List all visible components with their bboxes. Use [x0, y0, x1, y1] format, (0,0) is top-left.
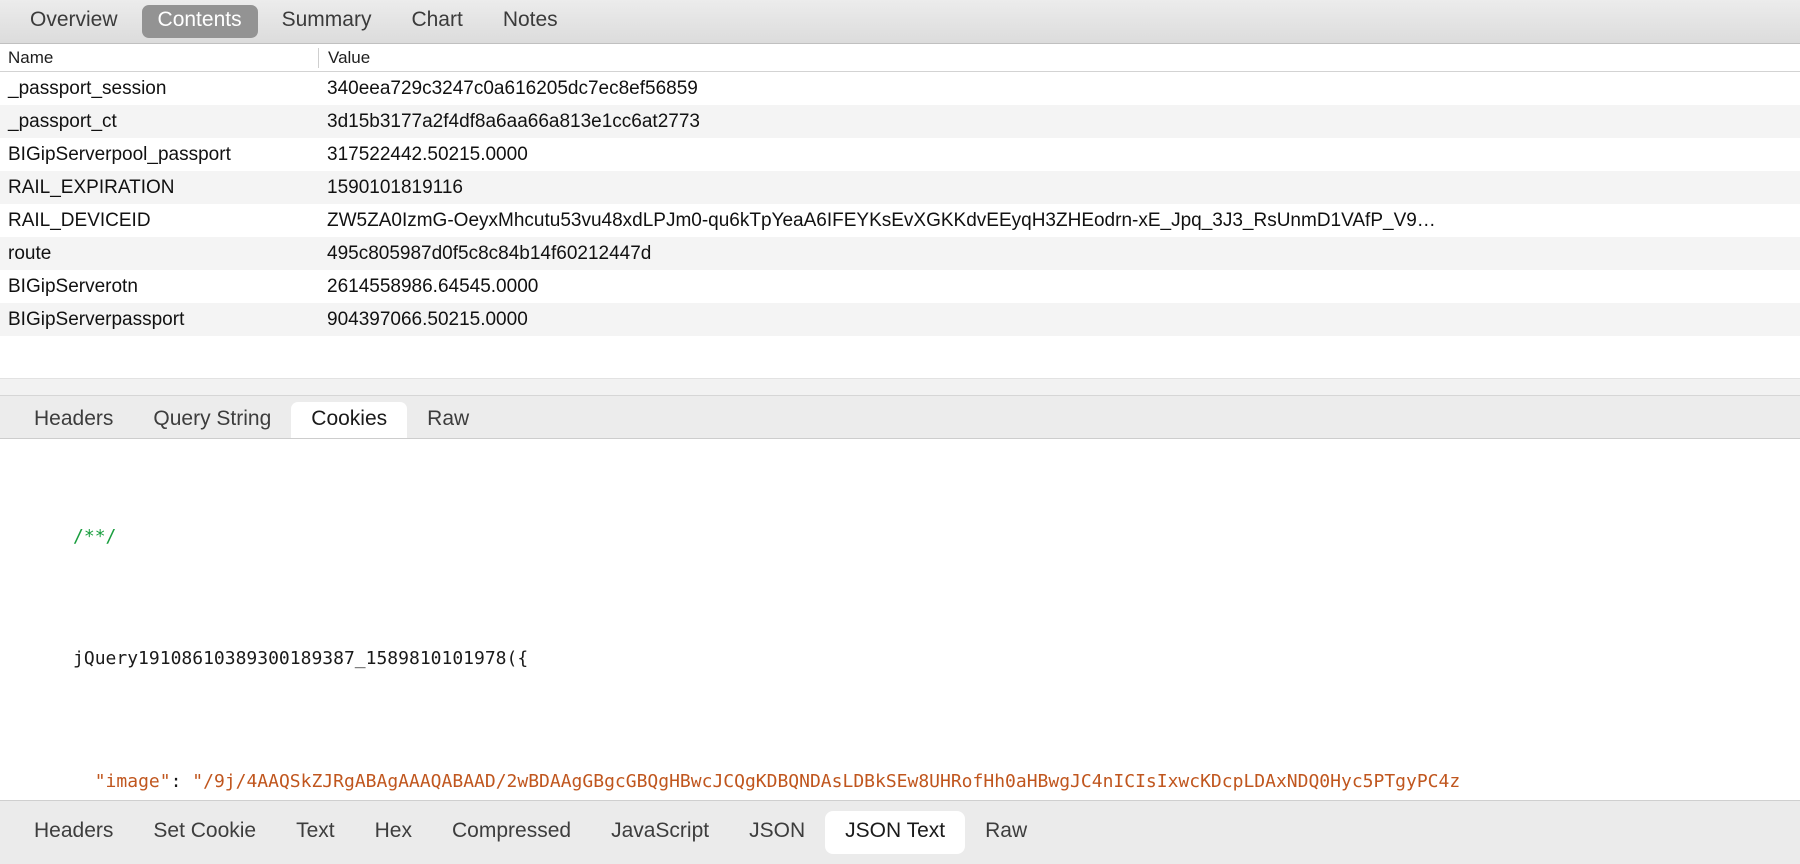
table-row[interactable]: BIGipServerpassport 904397066.50215.0000 — [0, 303, 1800, 336]
response-view-tab-bar: Headers Set Cookie Text Hex Compressed J… — [0, 800, 1800, 864]
tab-contents[interactable]: Contents — [142, 5, 258, 37]
cell-value: 3d15b3177a2f4df8a6aa66a813e1cc6at2773 — [318, 111, 1800, 133]
tab-json-text[interactable]: JSON Text — [825, 811, 965, 853]
cell-value: 1590101819116 — [318, 177, 1800, 199]
comment-token: /**/ — [73, 526, 116, 547]
cell-value: 904397066.50215.0000 — [318, 309, 1800, 331]
cell-value: 317522442.50215.0000 — [318, 144, 1800, 166]
table-row[interactable]: route 495c805987d0f5c8c84b14f60212447d — [0, 237, 1800, 270]
code-line-image: "image": "/9j/4AAQSkZJRgABAgAAAQABAAD/2w… — [8, 745, 1800, 800]
cell-name: BIGipServerpool_passport — [0, 144, 318, 166]
tab-raw-response[interactable]: Raw — [965, 811, 1047, 853]
table-row[interactable]: RAIL_DEVICEID ZW5ZA0IzmG-OeyxMhcutu53vu4… — [0, 204, 1800, 237]
cell-value: ZW5ZA0IzmG-OeyxMhcutu53vu48xdLPJm0-qu6kT… — [318, 210, 1800, 232]
indent — [73, 771, 95, 792]
tab-compressed[interactable]: Compressed — [432, 811, 591, 853]
cell-name: RAIL_EXPIRATION — [0, 177, 318, 199]
tab-notes[interactable]: Notes — [487, 5, 574, 37]
json-key-image: "image" — [95, 771, 171, 792]
tab-set-cookie[interactable]: Set Cookie — [133, 811, 276, 853]
cookie-table-header: Name Value — [0, 44, 1800, 72]
cell-value: 495c805987d0f5c8c84b14f60212447d — [318, 243, 1800, 265]
cell-value: 340eea729c3247c0a616205dc7ec8ef56859 — [318, 78, 1800, 100]
top-tab-bar: Overview Contents Summary Chart Notes — [0, 0, 1800, 44]
tab-chart[interactable]: Chart — [395, 5, 478, 37]
colon: : — [171, 771, 193, 792]
cell-name: RAIL_DEVICEID — [0, 210, 318, 232]
tab-overview[interactable]: Overview — [14, 5, 134, 37]
request-detail-tab-bar: Headers Query String Cookies Raw — [0, 396, 1800, 439]
json-value-image: "/9j/4AAQSkZJRgABAgAAAQABAAD/2wBDAAgGBgc… — [192, 771, 1460, 792]
tab-hex[interactable]: Hex — [355, 811, 432, 853]
tab-json[interactable]: JSON — [729, 811, 825, 853]
pane-splitter[interactable] — [0, 378, 1800, 396]
cell-name: BIGipServerotn — [0, 276, 318, 298]
response-body-code-view[interactable]: /**/ jQuery19108610389300189387_15898101… — [0, 439, 1800, 800]
tab-cookies[interactable]: Cookies — [291, 402, 407, 438]
cookie-table-body: _passport_session 340eea729c3247c0a61620… — [0, 72, 1800, 336]
tab-text[interactable]: Text — [276, 811, 355, 853]
tab-raw[interactable]: Raw — [407, 402, 489, 438]
tab-javascript[interactable]: JavaScript — [591, 811, 729, 853]
cell-name: _passport_session — [0, 78, 318, 100]
tab-query-string[interactable]: Query String — [133, 402, 291, 438]
table-empty-area — [0, 336, 1800, 378]
table-row[interactable]: _passport_session 340eea729c3247c0a61620… — [0, 72, 1800, 105]
tab-response-headers[interactable]: Headers — [14, 811, 133, 853]
cell-name: _passport_ct — [0, 111, 318, 133]
code-line-callback: jQuery19108610389300189387_1589810101978… — [8, 623, 1800, 697]
callback-token: jQuery19108610389300189387_1589810101978… — [73, 648, 528, 669]
cell-name: route — [0, 243, 318, 265]
table-row[interactable]: _passport_ct 3d15b3177a2f4df8a6aa66a813e… — [0, 105, 1800, 138]
tab-summary[interactable]: Summary — [266, 5, 388, 37]
column-header-value[interactable]: Value — [318, 48, 1800, 68]
code-line-comment: /**/ — [8, 500, 1800, 574]
table-row[interactable]: BIGipServerotn 2614558986.64545.0000 — [0, 270, 1800, 303]
column-header-name[interactable]: Name — [0, 48, 318, 68]
network-inspector-window: Overview Contents Summary Chart Notes Na… — [0, 0, 1800, 864]
table-row[interactable]: RAIL_EXPIRATION 1590101819116 — [0, 171, 1800, 204]
cell-name: BIGipServerpassport — [0, 309, 318, 331]
tab-headers[interactable]: Headers — [14, 402, 133, 438]
cell-value: 2614558986.64545.0000 — [318, 276, 1800, 298]
table-row[interactable]: BIGipServerpool_passport 317522442.50215… — [0, 138, 1800, 171]
